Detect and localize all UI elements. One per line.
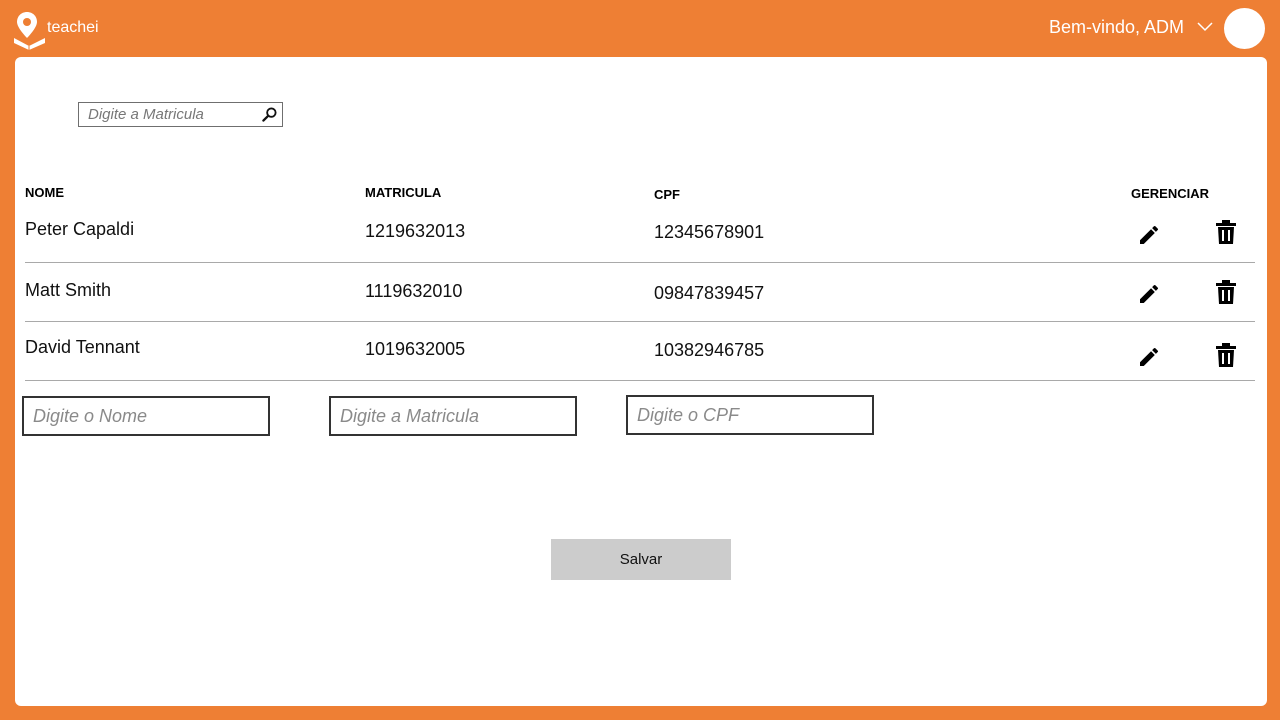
cell-matricula: 1019632005 xyxy=(365,339,466,359)
search-input[interactable] xyxy=(79,103,258,126)
save-button[interactable]: Salvar xyxy=(551,539,731,580)
cell-cpf: 09847839457 xyxy=(654,283,765,303)
edit-pencil-icon[interactable] xyxy=(1137,281,1161,307)
column-header-name: NOME xyxy=(25,185,64,200)
cell-name: Matt Smith xyxy=(25,280,112,300)
row-divider xyxy=(25,321,1255,322)
chevron-down-icon[interactable] xyxy=(1197,22,1213,32)
top-bar: teachei Bem-vindo, ADM xyxy=(0,0,1280,57)
logo-icon xyxy=(14,12,45,50)
search-box xyxy=(78,102,283,127)
edit-pencil-icon[interactable] xyxy=(1137,222,1161,248)
trash-icon[interactable] xyxy=(1214,219,1238,245)
matricula-field[interactable] xyxy=(331,398,575,434)
edit-pencil-icon[interactable] xyxy=(1137,344,1161,370)
column-header-cpf: CPF xyxy=(654,187,680,202)
column-header-manage: GERENCIAR xyxy=(1131,186,1210,201)
main-panel: NOME MATRICULA CPF GERENCIAR Peter Capal… xyxy=(15,57,1267,706)
cell-name: Peter Capaldi xyxy=(25,219,135,239)
cpf-field[interactable] xyxy=(628,397,872,433)
trash-icon[interactable] xyxy=(1214,279,1238,305)
brand-name: teachei xyxy=(47,19,99,36)
name-field[interactable] xyxy=(24,398,268,434)
row-divider xyxy=(25,262,1255,263)
cell-matricula: 1119632010 xyxy=(365,281,463,301)
search-icon[interactable] xyxy=(262,107,277,122)
cell-cpf: 10382946785 xyxy=(654,340,765,360)
avatar[interactable] xyxy=(1224,8,1265,49)
name-field-box xyxy=(22,396,270,436)
cpf-field-box xyxy=(626,395,874,435)
matricula-field-box xyxy=(329,396,577,436)
cell-name: David Tennant xyxy=(25,337,140,357)
welcome-user-menu[interactable]: Bem-vindo, ADM xyxy=(1049,17,1184,38)
cell-matricula: 1219632013 xyxy=(365,221,466,241)
row-divider xyxy=(25,380,1255,381)
column-header-matricula: MATRICULA xyxy=(365,185,442,200)
trash-icon[interactable] xyxy=(1214,342,1238,368)
cell-cpf: 12345678901 xyxy=(654,222,765,242)
